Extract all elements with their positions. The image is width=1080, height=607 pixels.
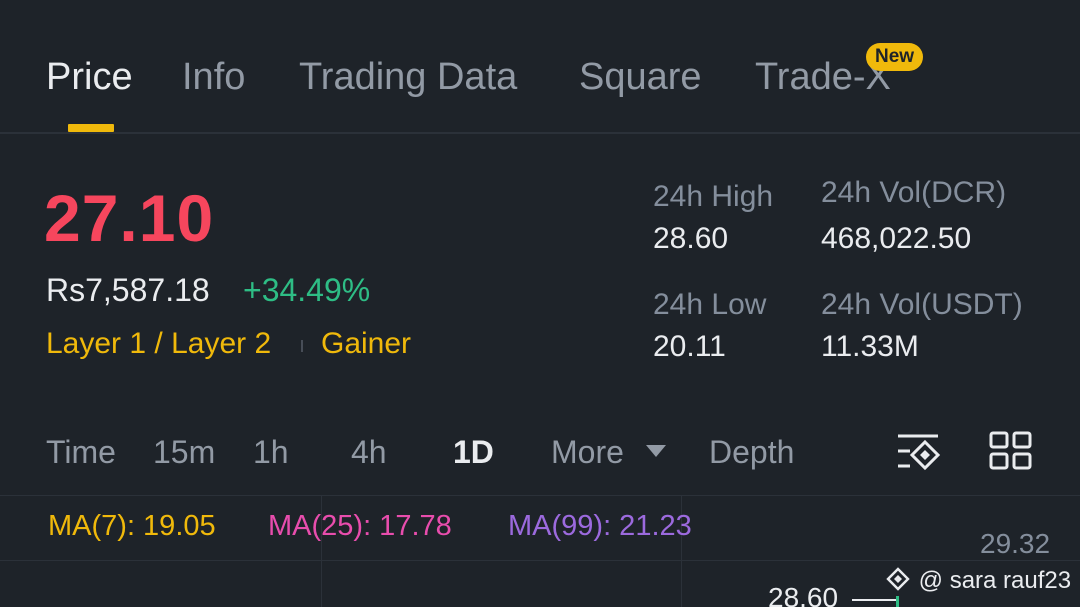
tag-layer[interactable]: Layer 1 / Layer 2 xyxy=(46,327,271,361)
depth-tab[interactable]: Depth xyxy=(709,434,794,471)
stat-high-label: 24h High xyxy=(653,180,774,213)
top-tab-bar: Price Info Trading Data Square Trade-X N… xyxy=(0,0,1080,134)
ma7-label: MA(7): 19.05 xyxy=(48,510,216,542)
stat-high-value: 28.60 xyxy=(653,222,729,255)
watermark: @ sara rauf23 xyxy=(884,567,1071,595)
tab-trading-data[interactable]: Trading Data xyxy=(299,56,517,99)
interval-4h[interactable]: 4h xyxy=(351,434,387,471)
change-percent: +34.49% xyxy=(243,272,371,308)
tag-gainer[interactable]: Gainer xyxy=(321,327,411,361)
stat-low-value: 20.11 xyxy=(653,330,726,363)
stat-vol-base-value: 468,022.50 xyxy=(821,222,972,255)
price-axis-label: 29.32 xyxy=(980,528,1051,559)
high-marker-line xyxy=(852,599,898,601)
new-badge: New xyxy=(866,43,924,71)
more-intervals-button[interactable]: More xyxy=(551,434,624,471)
last-price: 27.10 xyxy=(44,181,215,255)
stat-vol-quote-label: 24h Vol(USDT) xyxy=(821,288,1023,321)
stat-vol-base-label: 24h Vol(DCR) xyxy=(821,176,1007,209)
chart-gridline xyxy=(0,560,1080,561)
interval-1h[interactable]: 1h xyxy=(253,434,289,471)
tab-square[interactable]: Square xyxy=(579,56,702,99)
high-marker-label: 28.60 xyxy=(768,582,839,607)
binance-logo-icon xyxy=(884,567,919,594)
tab-info[interactable]: Info xyxy=(182,56,245,99)
chart-settings-icon[interactable] xyxy=(894,430,942,479)
ma25-label: MA(25): 17.78 xyxy=(268,510,452,542)
tag-separator xyxy=(301,340,303,352)
interval-15m[interactable]: 15m xyxy=(153,434,215,471)
ma99-label: MA(99): 21.23 xyxy=(508,510,692,542)
watermark-text: @ sara rauf23 xyxy=(918,567,1072,594)
active-tab-indicator xyxy=(68,124,114,132)
candle xyxy=(896,596,899,607)
interval-time[interactable]: Time xyxy=(46,434,116,471)
controls-divider xyxy=(0,495,1080,496)
grid-layout-icon[interactable] xyxy=(988,430,1034,477)
interval-1d[interactable]: 1D xyxy=(453,434,494,471)
stat-vol-quote-value: 11.33M xyxy=(821,330,919,363)
stat-low-label: 24h Low xyxy=(653,288,767,321)
chevron-down-icon xyxy=(646,445,666,457)
tab-price[interactable]: Price xyxy=(46,56,133,99)
fiat-value: Rs7,587.18 xyxy=(46,272,210,308)
